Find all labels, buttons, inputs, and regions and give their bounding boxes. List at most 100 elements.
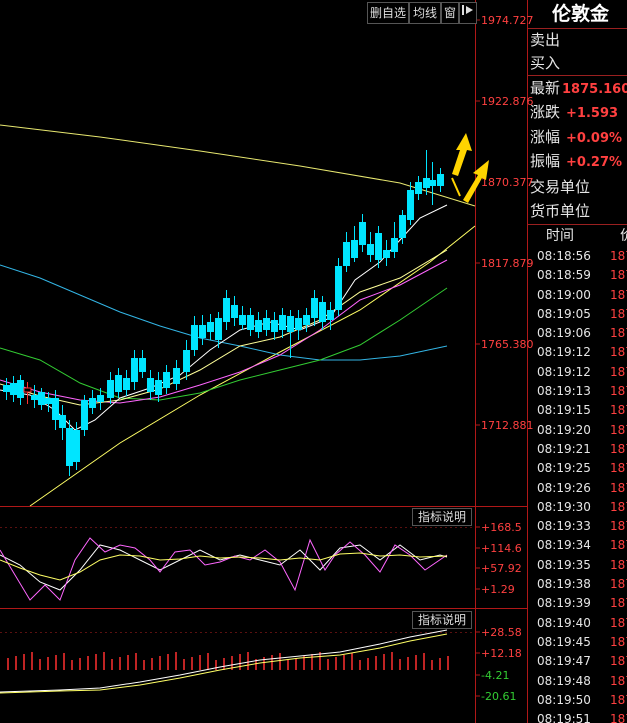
tick-time: 08:18:56 <box>537 249 591 263</box>
tick-price: 187 <box>610 364 627 379</box>
tick-price: 187 <box>610 692 627 707</box>
tick-time: 08:19:12 <box>537 345 591 360</box>
candle-body <box>115 375 122 392</box>
tick-time: 08:19:00 <box>537 287 591 302</box>
candle-body <box>335 266 342 310</box>
change-row: 涨跌 +1.593 <box>530 100 627 124</box>
tick-time: 08:19:35 <box>537 557 591 572</box>
tick-price: 187 <box>610 519 627 534</box>
candle-body <box>415 182 422 194</box>
tick-time: 08:19:33 <box>537 519 591 534</box>
candle-body <box>183 350 190 372</box>
tick-price: 187 <box>610 345 627 360</box>
price-axis-label: 1922.876 <box>481 95 534 108</box>
tick-time: 08:19:51 <box>537 712 591 723</box>
ma-yellow-short-line <box>0 249 448 406</box>
tick-row: 08:19:26 187 <box>528 479 627 498</box>
tick-row: 08:19:00 187 <box>528 286 627 305</box>
tick-row: 08:19:50 187 <box>528 691 627 710</box>
tick-row: 08:19:21 187 <box>528 440 627 459</box>
candle-body <box>17 380 24 398</box>
candle-body <box>279 315 286 330</box>
indicator2-help-button[interactable]: 指标说明 <box>412 611 472 629</box>
candle-body <box>163 372 170 388</box>
tick-row: 08:19:38 187 <box>528 575 627 594</box>
candle-body <box>173 368 180 384</box>
tick-time: 08:19:39 <box>537 596 591 611</box>
candle-body <box>97 395 104 402</box>
tick-row: 08:19:40 187 <box>528 614 627 633</box>
candle-body <box>155 380 162 395</box>
change-label: 涨跌 <box>530 103 561 121</box>
trendline <box>29 225 476 507</box>
tick-row: 08:19:35 187 <box>528 556 627 575</box>
price-axis: 1974.727 1922.876 1870.377 1817.879 1765.380… <box>475 14 534 432</box>
tick-time: 08:18:59 <box>537 268 591 283</box>
candle-body <box>45 398 52 404</box>
tick-row: 08:19:05 187 <box>528 305 627 324</box>
tick-price: 187 <box>610 615 627 630</box>
ticks-list[interactable]: 08:18:5618708:18:5918708:19:0018708:19:0… <box>528 247 627 723</box>
tick-time: 08:19:48 <box>537 673 591 688</box>
candle-body <box>207 322 214 332</box>
indicator1-yellow-line <box>0 552 448 581</box>
ticks-header-price: 价 <box>620 225 627 247</box>
yellow-arrow-tail <box>451 177 461 197</box>
tick-row: 08:19:20 187 <box>528 421 627 440</box>
indicator2-axis-label: -20.61 <box>481 690 516 703</box>
candle-body <box>399 215 406 238</box>
candle-body <box>327 310 334 320</box>
instrument-title: 伦敦金 <box>552 3 610 25</box>
indicator1-axis-label: +1.29 <box>481 583 515 596</box>
tick-price: 187 <box>610 306 627 321</box>
candle-body <box>319 302 326 322</box>
ma-toggle-button[interactable]: 均线 <box>409 2 441 24</box>
tick-row: 08:19:30 187 <box>528 498 627 517</box>
ma-magenta-line <box>0 259 448 404</box>
tick-time: 08:19:06 <box>537 326 591 341</box>
tick-price: 187 <box>610 577 627 592</box>
candle-body <box>107 380 114 398</box>
tick-row: 08:19:45 187 <box>528 633 627 652</box>
ma-yellow-long-line <box>0 124 476 207</box>
tick-price: 187 <box>610 287 627 302</box>
tick-price: 187 <box>610 654 627 669</box>
indicator2-axis: +28.58 +12.18 -4.21 -20.61 <box>475 626 522 703</box>
indicator1-magenta-line <box>0 537 448 601</box>
exit-arrow-button[interactable] <box>459 2 477 24</box>
candle-body <box>131 358 138 382</box>
latest-value: 1875.160 <box>562 82 627 97</box>
indicator1-help-button[interactable]: 指标说明 <box>412 508 472 526</box>
indicator1-white-line <box>0 544 448 591</box>
tick-time: 08:19:50 <box>537 692 591 707</box>
ticks-header: 时间 价 <box>528 225 627 247</box>
tick-price: 187 <box>610 480 627 495</box>
tick-time: 08:19:45 <box>537 634 591 649</box>
candle-body <box>89 398 96 408</box>
candle-body <box>10 383 17 395</box>
tick-price: 187 <box>610 461 627 476</box>
tick-row: 08:19:15 187 <box>528 401 627 420</box>
tick-time: 08:19:40 <box>537 615 591 630</box>
tick-row: 08:19:51 187 <box>528 710 627 723</box>
candle-body <box>123 378 130 390</box>
remove-self-select-button[interactable]: 删自选 <box>367 2 409 24</box>
indicator1-axis: +168.5 +114.6 +57.92 +1.29 <box>475 521 522 596</box>
candle-body <box>59 415 66 428</box>
candle-body <box>311 298 318 318</box>
window-button[interactable]: 窗 <box>441 2 459 24</box>
candle-body <box>31 395 38 400</box>
candle-body <box>231 305 238 318</box>
indicator2-axis-label: +12.18 <box>481 647 522 660</box>
candle-body <box>255 320 262 332</box>
price-axis-label: 1765.380 <box>481 338 534 351</box>
amplitude-label: 振幅 <box>530 152 561 170</box>
candle-body <box>223 298 230 322</box>
candle-body <box>247 315 254 330</box>
candle-body <box>52 398 59 420</box>
candle-body <box>287 316 294 332</box>
candle-body <box>437 174 444 186</box>
tick-price: 187 <box>610 499 627 514</box>
tick-price: 187 <box>610 384 627 399</box>
ticks-header-time: 时间 <box>546 228 574 244</box>
